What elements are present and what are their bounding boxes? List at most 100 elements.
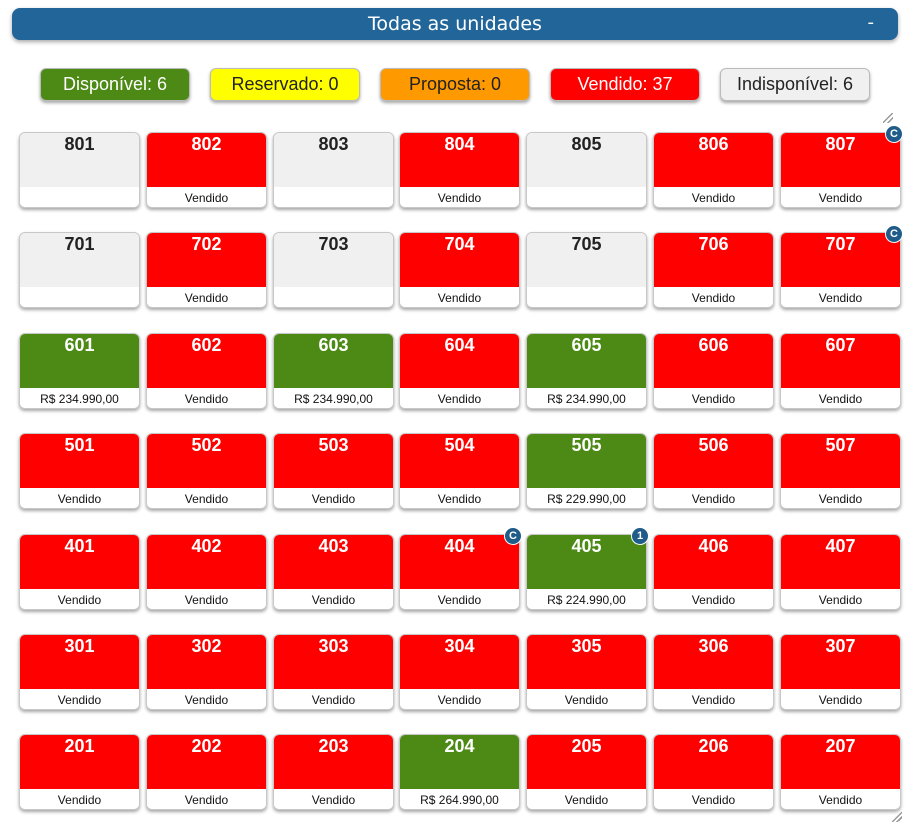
unit-card-503[interactable]: 503 Vendido — [273, 433, 394, 509]
unit-badge[interactable]: C — [885, 225, 903, 243]
unit-status-label: Vendido — [781, 287, 900, 307]
unit-card-507[interactable]: 507 Vendido — [780, 433, 901, 509]
unit-card-804[interactable]: 804 Vendido — [399, 132, 520, 208]
unit-number: 403 — [318, 536, 349, 556]
unit-card-207[interactable]: 207 Vendido — [780, 734, 901, 810]
unit-status-label: R$ 229.990,00 — [527, 488, 646, 508]
unit-card-402[interactable]: 402 Vendido — [146, 534, 267, 610]
unit-status-label: Vendido — [781, 789, 900, 809]
unit-card-705[interactable]: 705 — [526, 232, 647, 308]
unit-card-703[interactable]: 703 — [273, 232, 394, 308]
unit-number: 801 — [64, 134, 95, 154]
unit-card-505[interactable]: 505 R$ 229.990,00 — [526, 433, 647, 509]
unit-number: 406 — [698, 536, 729, 556]
unit-card-604[interactable]: 604 Vendido — [399, 333, 520, 409]
unit-card-606[interactable]: 606 Vendido — [653, 333, 774, 409]
unit-card-205[interactable]: 205 Vendido — [526, 734, 647, 810]
unit-number: 606 — [698, 335, 729, 355]
legend-disponivel[interactable]: Disponível: 6 — [40, 68, 190, 101]
unit-card-203[interactable]: 203 Vendido — [273, 734, 394, 810]
unit-status-label: Vendido — [654, 388, 773, 408]
collapse-button[interactable]: - — [868, 12, 875, 33]
unit-card-305[interactable]: 305 Vendido — [526, 634, 647, 710]
unit-card-704[interactable]: 704 Vendido — [399, 232, 520, 308]
unit-card-802[interactable]: 802 Vendido — [146, 132, 267, 208]
unit-card-407[interactable]: 407 Vendido — [780, 534, 901, 610]
legend-proposta[interactable]: Proposta: 0 — [380, 68, 530, 101]
unit-badge[interactable]: 1 — [631, 527, 649, 545]
unit-card-502[interactable]: 502 Vendido — [146, 433, 267, 509]
legend-reservado[interactable]: Reservado: 0 — [210, 68, 360, 101]
resize-handle-bottom[interactable] — [892, 812, 902, 822]
unit-card-401[interactable]: 401 Vendido — [19, 534, 140, 610]
unit-number: 205 — [571, 736, 602, 756]
unit-number: 502 — [191, 435, 222, 455]
unit-card-504[interactable]: 504 Vendido — [399, 433, 520, 509]
legend-vendido[interactable]: Vendido: 37 — [550, 68, 700, 101]
unit-number: 802 — [191, 134, 222, 154]
unit-number: 404 — [444, 536, 475, 556]
unit-card-807[interactable]: 807 Vendido — [780, 132, 901, 208]
unit-status-label: Vendido — [400, 187, 519, 207]
unit-status-label: Vendido — [400, 689, 519, 709]
legend-label: Vendido: 37 — [577, 74, 673, 94]
unit-card-403[interactable]: 403 Vendido — [273, 534, 394, 610]
unit-card-202[interactable]: 202 Vendido — [146, 734, 267, 810]
unit-number: 607 — [825, 335, 856, 355]
legend-label: Disponível: 6 — [62, 74, 168, 94]
unit-card-603[interactable]: 603 R$ 234.990,00 — [273, 333, 394, 409]
unit-badge[interactable]: C — [504, 527, 522, 545]
unit-card-404[interactable]: 404 Vendido — [399, 534, 520, 610]
unit-card-406[interactable]: 406 Vendido — [653, 534, 774, 610]
unit-status-label — [20, 287, 139, 307]
unit-card-506[interactable]: 506 Vendido — [653, 433, 774, 509]
unit-card-602[interactable]: 602 Vendido — [146, 333, 267, 409]
unit-status-label: Vendido — [781, 187, 900, 207]
unit-number: 804 — [444, 134, 475, 154]
unit-card-607[interactable]: 607 Vendido — [780, 333, 901, 409]
unit-card-201[interactable]: 201 Vendido — [19, 734, 140, 810]
unit-number: 803 — [318, 134, 349, 154]
unit-card-304[interactable]: 304 Vendido — [399, 634, 520, 710]
unit-number: 605 — [571, 335, 602, 355]
unit-card-806[interactable]: 806 Vendido — [653, 132, 774, 208]
unit-badge[interactable]: C — [885, 125, 903, 143]
unit-card-803[interactable]: 803 — [273, 132, 394, 208]
unit-card-707[interactable]: 707 Vendido — [780, 232, 901, 308]
unit-status-label: R$ 224.990,00 — [527, 589, 646, 609]
unit-card-801[interactable]: 801 — [19, 132, 140, 208]
unit-card-302[interactable]: 302 Vendido — [146, 634, 267, 710]
unit-status-label: Vendido — [147, 287, 266, 307]
legend-label: Proposta: 0 — [408, 74, 502, 94]
unit-number: 202 — [191, 736, 222, 756]
unit-card-307[interactable]: 307 Vendido — [780, 634, 901, 710]
unit-number: 201 — [64, 736, 95, 756]
legend-label: Reservado: 0 — [231, 74, 339, 94]
unit-number: 305 — [571, 636, 602, 656]
unit-card-702[interactable]: 702 Vendido — [146, 232, 267, 308]
unit-card-501[interactable]: 501 Vendido — [19, 433, 140, 509]
unit-card-601[interactable]: 601 R$ 234.990,00 — [19, 333, 140, 409]
resize-handle-top[interactable] — [883, 113, 893, 123]
unit-status-label: Vendido — [147, 689, 266, 709]
legend-indisponivel[interactable]: Indisponível: 6 — [720, 68, 870, 101]
unit-card-706[interactable]: 706 Vendido — [653, 232, 774, 308]
unit-number: 402 — [191, 536, 222, 556]
unit-status-label: Vendido — [654, 689, 773, 709]
unit-card-405[interactable]: 405 R$ 224.990,00 — [526, 534, 647, 610]
unit-card-303[interactable]: 303 Vendido — [273, 634, 394, 710]
unit-number: 306 — [698, 636, 729, 656]
unit-card-805[interactable]: 805 — [526, 132, 647, 208]
unit-card-701[interactable]: 701 — [19, 232, 140, 308]
unit-card-204[interactable]: 204 R$ 264.990,00 — [399, 734, 520, 810]
unit-number: 301 — [64, 636, 95, 656]
unit-number: 602 — [191, 335, 222, 355]
unit-card-301[interactable]: 301 Vendido — [19, 634, 140, 710]
unit-number: 407 — [825, 536, 856, 556]
unit-number: 604 — [444, 335, 475, 355]
section-header[interactable]: Todas as unidades - — [12, 8, 898, 40]
unit-card-306[interactable]: 306 Vendido — [653, 634, 774, 710]
unit-card-206[interactable]: 206 Vendido — [653, 734, 774, 810]
unit-number: 701 — [64, 234, 95, 254]
unit-card-605[interactable]: 605 R$ 234.990,00 — [526, 333, 647, 409]
